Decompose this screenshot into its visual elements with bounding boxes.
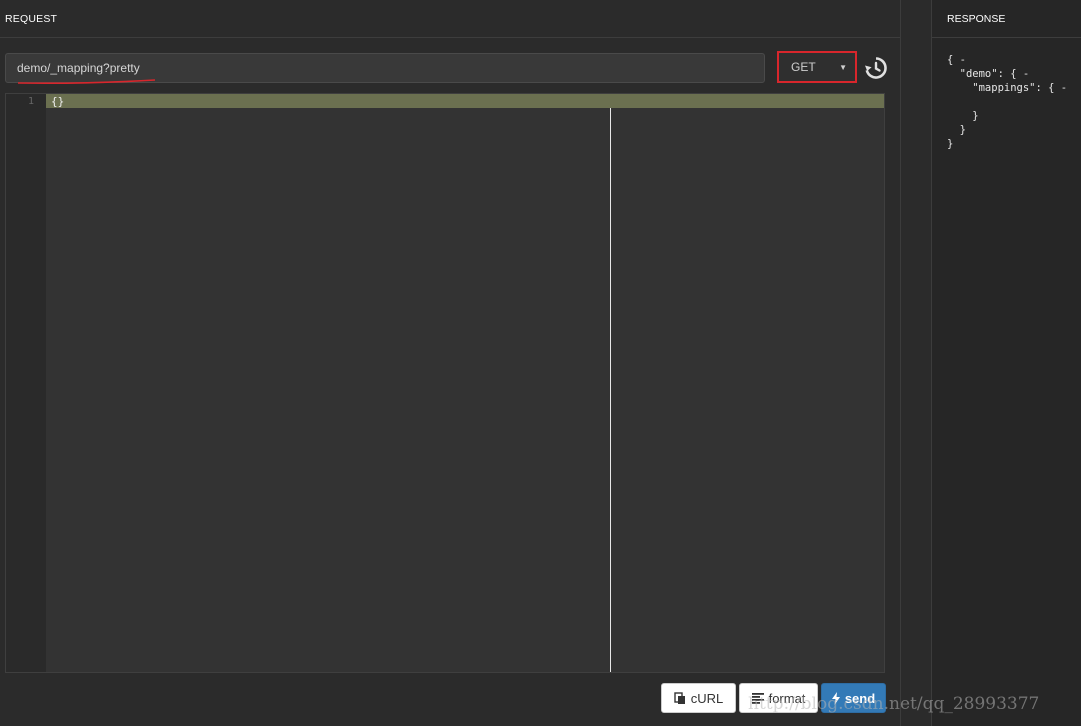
- bolt-icon: [831, 691, 840, 705]
- curl-button[interactable]: cURL: [661, 683, 736, 713]
- curl-button-label: cURL: [690, 690, 724, 706]
- app-root: REQUEST demo/_mapping?pretty GET ▼ 1 {}: [0, 0, 1081, 726]
- response-body: { - "demo": { - "mappings": { - } } }: [947, 54, 1068, 150]
- request-panel: REQUEST demo/_mapping?pretty GET ▼ 1 {}: [0, 0, 901, 726]
- dropdown-arrow-icon: ▼: [839, 62, 847, 72]
- copy-icon: [674, 691, 685, 704]
- code-line: {}: [51, 95, 65, 108]
- format-button-label: format: [768, 690, 806, 706]
- request-body-editor[interactable]: 1 {}: [5, 93, 885, 673]
- active-line-highlight: [46, 94, 884, 108]
- format-button[interactable]: format: [739, 683, 818, 713]
- line-number: 1: [27, 96, 34, 107]
- red-underline-annotation: [17, 79, 156, 84]
- send-button-label: send: [844, 690, 876, 706]
- align-left-icon: [751, 692, 764, 704]
- response-header: RESPONSE: [932, 0, 1081, 38]
- send-button[interactable]: send: [821, 683, 886, 713]
- method-value: GET: [791, 60, 816, 74]
- history-icon[interactable]: [864, 56, 888, 80]
- panel-divider[interactable]: [901, 0, 932, 726]
- url-input-value: demo/_mapping?pretty: [17, 61, 140, 75]
- method-select[interactable]: GET ▼: [777, 51, 857, 83]
- editor-gutter: 1: [6, 94, 46, 672]
- response-panel: RESPONSE { - "demo": { - "mappings": { -…: [932, 0, 1081, 726]
- print-margin-line: [610, 108, 611, 672]
- request-header: REQUEST: [0, 0, 900, 38]
